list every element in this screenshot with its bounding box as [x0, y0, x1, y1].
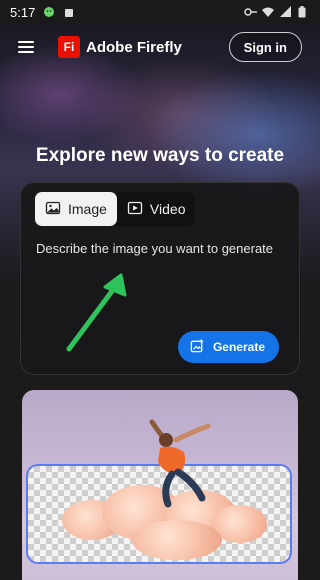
- video-icon: [127, 200, 143, 219]
- tab-video-label: Video: [149, 201, 186, 217]
- prompt-input[interactable]: Describe the image you want to generate: [36, 241, 273, 256]
- tab-image[interactable]: Image: [35, 192, 117, 226]
- cloud-shape: [132, 520, 222, 560]
- generate-button[interactable]: Generate: [177, 331, 279, 363]
- tab-video[interactable]: Video: [117, 192, 196, 226]
- key-icon: [244, 6, 257, 18]
- annotation-arrow-icon: [66, 273, 127, 352]
- wifi-icon: [262, 6, 274, 18]
- generator-card: Image Video Describe the image you want …: [20, 182, 300, 375]
- sample-image: [22, 390, 298, 580]
- generate-label: Generate: [212, 340, 265, 354]
- media-tabs: Image Video: [35, 192, 196, 226]
- status-bar: 5:17: [0, 0, 320, 24]
- tab-image-label: Image: [68, 201, 107, 217]
- sparkle-image-icon: [190, 338, 205, 356]
- dancer-figure: [149, 419, 211, 508]
- battery-icon: [298, 6, 310, 18]
- brand-name: Adobe Firefly: [86, 38, 182, 56]
- firefly-logo: Fi: [58, 36, 80, 58]
- app-bar: Fi Adobe Firefly Sign in: [0, 24, 320, 70]
- menu-icon[interactable]: [18, 41, 34, 53]
- android-icon: [63, 6, 75, 18]
- status-time: 5:17: [10, 4, 36, 20]
- notification-icon: [43, 6, 55, 18]
- page-title: Explore new ways to create: [35, 145, 285, 166]
- signal-icon: [280, 6, 292, 18]
- image-icon: [45, 200, 61, 219]
- sign-in-button[interactable]: Sign in: [228, 32, 302, 62]
